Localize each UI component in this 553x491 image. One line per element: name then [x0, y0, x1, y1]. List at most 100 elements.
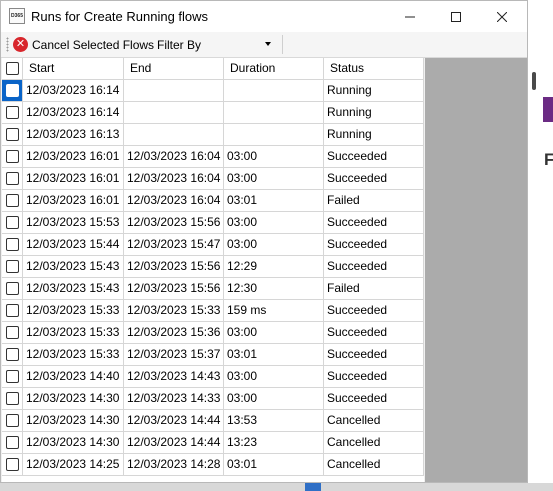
- table-row[interactable]: 12/03/2023 14:30 12/03/2023 14:44 13:53 Can…: [2, 410, 424, 432]
- start-cell[interactable]: 12/03/2023 14:25: [23, 454, 124, 476]
- duration-cell[interactable]: 03:00: [224, 388, 324, 410]
- status-cell[interactable]: Succeeded: [324, 168, 424, 190]
- row-checkbox[interactable]: [6, 458, 19, 471]
- row-select-cell[interactable]: [2, 168, 23, 190]
- row-checkbox[interactable]: [6, 194, 19, 207]
- table-row[interactable]: 12/03/2023 15:33 12/03/2023 15:37 03:01 Suc…: [2, 344, 424, 366]
- end-cell[interactable]: 12/03/2023 15:47: [124, 234, 224, 256]
- duration-cell[interactable]: 12:29: [224, 256, 324, 278]
- duration-cell[interactable]: 12:30: [224, 278, 324, 300]
- end-cell[interactable]: [124, 80, 224, 102]
- row-checkbox[interactable]: [6, 172, 19, 185]
- duration-cell[interactable]: 13:23: [224, 432, 324, 454]
- start-cell[interactable]: 12/03/2023 15:33: [23, 344, 124, 366]
- table-row[interactable]: 12/03/2023 14:30 12/03/2023 14:44 13:23 Can…: [2, 432, 424, 454]
- table-row[interactable]: 12/03/2023 16:13 Running: [2, 124, 424, 146]
- duration-cell[interactable]: 03:01: [224, 190, 324, 212]
- duration-cell[interactable]: 03:01: [224, 344, 324, 366]
- row-select-cell[interactable]: [2, 454, 23, 476]
- status-cell[interactable]: Running: [324, 124, 424, 146]
- column-header-status[interactable]: Status: [324, 58, 424, 80]
- end-cell[interactable]: 12/03/2023 16:04: [124, 146, 224, 168]
- status-cell[interactable]: Succeeded: [324, 212, 424, 234]
- status-cell[interactable]: Succeeded: [324, 366, 424, 388]
- duration-cell[interactable]: 03:00: [224, 322, 324, 344]
- table-row[interactable]: 12/03/2023 16:01 12/03/2023 16:04 03:00 Suc…: [2, 168, 424, 190]
- start-cell[interactable]: 12/03/2023 15:44: [23, 234, 124, 256]
- end-cell[interactable]: 12/03/2023 15:36: [124, 322, 224, 344]
- status-cell[interactable]: Succeeded: [324, 256, 424, 278]
- row-select-cell[interactable]: [2, 278, 23, 300]
- table-row[interactable]: 12/03/2023 14:25 12/03/2023 14:28 03:01 Can…: [2, 454, 424, 476]
- status-cell[interactable]: Succeeded: [324, 146, 424, 168]
- maximize-button[interactable]: [433, 1, 479, 32]
- row-checkbox[interactable]: [6, 260, 19, 273]
- status-cell[interactable]: Cancelled: [324, 454, 424, 476]
- table-row[interactable]: 12/03/2023 16:14 Running: [2, 102, 424, 124]
- column-header-start[interactable]: Start: [23, 58, 124, 80]
- end-cell[interactable]: 12/03/2023 14:44: [124, 410, 224, 432]
- close-button[interactable]: [479, 1, 525, 32]
- start-cell[interactable]: 12/03/2023 15:43: [23, 256, 124, 278]
- row-checkbox[interactable]: [6, 370, 19, 383]
- status-cell[interactable]: Running: [324, 80, 424, 102]
- end-cell[interactable]: 12/03/2023 16:04: [124, 190, 224, 212]
- end-cell[interactable]: 12/03/2023 14:44: [124, 432, 224, 454]
- row-checkbox[interactable]: [6, 106, 19, 119]
- start-cell[interactable]: 12/03/2023 15:33: [23, 300, 124, 322]
- end-cell[interactable]: 12/03/2023 15:56: [124, 278, 224, 300]
- table-row[interactable]: 12/03/2023 15:33 12/03/2023 15:36 03:00 Suc…: [2, 322, 424, 344]
- row-checkbox[interactable]: [6, 414, 19, 427]
- status-cell[interactable]: Succeeded: [324, 344, 424, 366]
- duration-cell[interactable]: 159 ms: [224, 300, 324, 322]
- end-cell[interactable]: 12/03/2023 15:56: [124, 212, 224, 234]
- duration-cell[interactable]: 03:00: [224, 234, 324, 256]
- start-cell[interactable]: 12/03/2023 16:01: [23, 190, 124, 212]
- status-cell[interactable]: Cancelled: [324, 410, 424, 432]
- status-cell[interactable]: Failed: [324, 190, 424, 212]
- status-cell[interactable]: Succeeded: [324, 234, 424, 256]
- status-cell[interactable]: Failed: [324, 278, 424, 300]
- row-checkbox[interactable]: [6, 128, 19, 141]
- column-header-end[interactable]: End: [124, 58, 224, 80]
- filter-by-dropdown[interactable]: Filter By: [157, 35, 279, 54]
- start-cell[interactable]: 12/03/2023 14:30: [23, 432, 124, 454]
- start-cell[interactable]: 12/03/2023 16:01: [23, 168, 124, 190]
- row-checkbox[interactable]: [6, 392, 19, 405]
- table-row[interactable]: 12/03/2023 14:30 12/03/2023 14:33 03:00 Suc…: [2, 388, 424, 410]
- duration-cell[interactable]: [224, 102, 324, 124]
- row-checkbox[interactable]: [6, 216, 19, 229]
- row-checkbox[interactable]: [6, 304, 19, 317]
- row-select-cell[interactable]: [2, 124, 23, 146]
- row-checkbox[interactable]: [6, 84, 19, 97]
- table-row[interactable]: 12/03/2023 15:53 12/03/2023 15:56 03:00 Suc…: [2, 212, 424, 234]
- start-cell[interactable]: 12/03/2023 16:01: [23, 146, 124, 168]
- minimize-button[interactable]: [387, 1, 433, 32]
- duration-cell[interactable]: 03:00: [224, 212, 324, 234]
- row-select-cell[interactable]: [2, 366, 23, 388]
- status-cell[interactable]: Cancelled: [324, 432, 424, 454]
- table-row[interactable]: 12/03/2023 15:33 12/03/2023 15:33 159 ms Su…: [2, 300, 424, 322]
- start-cell[interactable]: 12/03/2023 14:40: [23, 366, 124, 388]
- duration-cell[interactable]: [224, 80, 324, 102]
- runs-grid[interactable]: Start End Duration Status 12/03/2023 16:…: [2, 58, 424, 482]
- row-checkbox[interactable]: [6, 326, 19, 339]
- row-checkbox[interactable]: [6, 282, 19, 295]
- toolbar-grip[interactable]: [6, 37, 9, 52]
- status-cell[interactable]: Running: [324, 102, 424, 124]
- end-cell[interactable]: 12/03/2023 14:28: [124, 454, 224, 476]
- duration-cell[interactable]: 13:53: [224, 410, 324, 432]
- end-cell[interactable]: [124, 124, 224, 146]
- row-checkbox[interactable]: [6, 348, 19, 361]
- row-select-cell[interactable]: [2, 80, 23, 102]
- end-cell[interactable]: 12/03/2023 14:33: [124, 388, 224, 410]
- end-cell[interactable]: 12/03/2023 15:33: [124, 300, 224, 322]
- row-select-cell[interactable]: [2, 432, 23, 454]
- start-cell[interactable]: 12/03/2023 14:30: [23, 410, 124, 432]
- row-select-cell[interactable]: [2, 102, 23, 124]
- row-select-cell[interactable]: [2, 344, 23, 366]
- start-cell[interactable]: 12/03/2023 14:30: [23, 388, 124, 410]
- end-cell[interactable]: 12/03/2023 14:43: [124, 366, 224, 388]
- end-cell[interactable]: [124, 102, 224, 124]
- row-select-cell[interactable]: [2, 300, 23, 322]
